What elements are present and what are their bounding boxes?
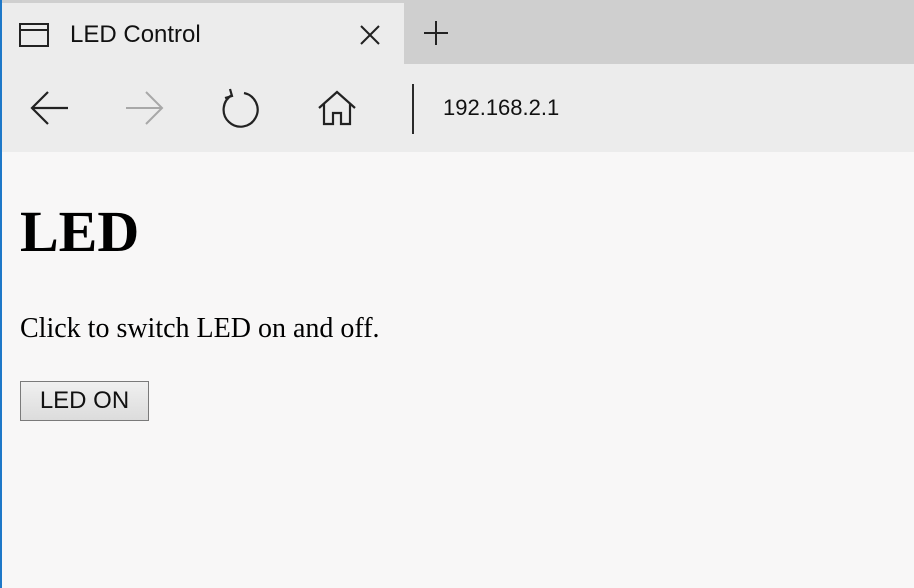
forward-arrow-icon[interactable] — [122, 88, 166, 128]
address-bar[interactable]: 192.168.2.1 — [443, 94, 863, 122]
page-instructions: Click to switch LED on and off. — [20, 313, 380, 344]
refresh-icon[interactable] — [218, 88, 262, 128]
navigation-bar: 192.168.2.1 — [2, 64, 914, 152]
tab-strip: LED Control — [2, 0, 914, 64]
back-arrow-icon[interactable] — [28, 88, 72, 128]
tab-title: LED Control — [70, 21, 201, 48]
home-icon[interactable] — [315, 88, 359, 128]
close-icon[interactable] — [358, 23, 382, 47]
plus-icon[interactable] — [422, 19, 450, 47]
browser-tab-icon — [19, 23, 49, 47]
led-toggle-button[interactable]: LED ON — [20, 381, 149, 421]
page-title: LED — [20, 199, 140, 264]
tab-led-control[interactable]: LED Control — [2, 3, 404, 64]
page-content: LED Click to switch LED on and off. LED … — [2, 152, 914, 588]
toolbar-divider — [412, 84, 414, 134]
browser-window: LED Control 192.168.2.1 LED Click to swi… — [0, 0, 914, 588]
